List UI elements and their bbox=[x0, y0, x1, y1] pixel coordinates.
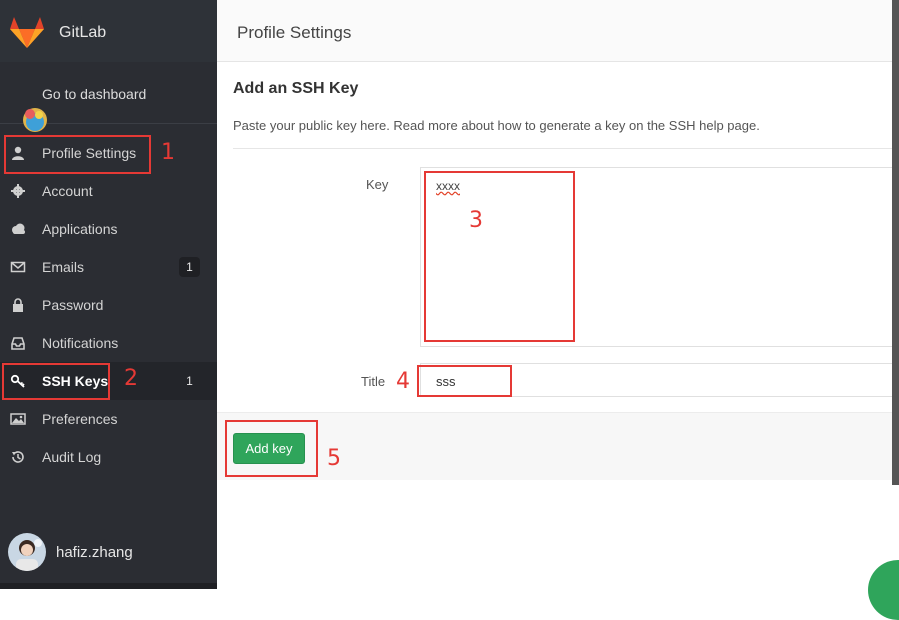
title-label: Title bbox=[361, 374, 386, 389]
sidebar-item-label: Notifications bbox=[42, 335, 119, 351]
annotation-number-5: 5 bbox=[327, 446, 341, 471]
envelope-icon bbox=[10, 261, 26, 273]
sidebar-item-label: Emails bbox=[42, 259, 85, 275]
gear-icon bbox=[11, 184, 25, 198]
sidebar-item-label: Applications bbox=[42, 221, 118, 237]
annotation-number-2: 2 bbox=[124, 366, 138, 391]
annotation-number-4: 4 bbox=[396, 369, 410, 394]
sidebar-bottom-bar bbox=[0, 583, 217, 589]
page-header: Profile Settings bbox=[217, 0, 899, 62]
annotation-box-2 bbox=[2, 363, 110, 400]
divider bbox=[233, 148, 899, 149]
annotation-box-5 bbox=[225, 420, 318, 477]
help-text: Paste your public key here. Read more ab… bbox=[233, 118, 760, 133]
sidebar-item-label: Account bbox=[42, 183, 93, 199]
sidebar-item-password[interactable]: Password bbox=[0, 286, 217, 324]
annotation-box-4 bbox=[417, 365, 512, 397]
sidebar-item-audit-log[interactable]: Audit Log bbox=[0, 438, 217, 476]
brand-name: GitLab bbox=[59, 24, 107, 41]
dashboard-link[interactable]: Go to dashboard bbox=[0, 62, 217, 132]
page-title: Profile Settings bbox=[237, 23, 352, 42]
sidebar-item-applications[interactable]: Applications bbox=[0, 210, 217, 248]
sidebar-item-label: Password bbox=[42, 297, 104, 313]
lock-icon bbox=[13, 298, 23, 312]
annotation-number-1: 1 bbox=[161, 140, 175, 165]
history-icon bbox=[12, 451, 24, 463]
dashboard-avatar-icon bbox=[23, 108, 47, 132]
key-label: Key bbox=[366, 177, 389, 192]
user-name: hafiz.zhang bbox=[56, 544, 133, 561]
brand-header[interactable]: GitLab bbox=[0, 0, 217, 62]
sidebar-item-label: Audit Log bbox=[42, 449, 102, 465]
annotation-box-3 bbox=[424, 171, 575, 342]
dashboard-label: Go to dashboard bbox=[42, 86, 147, 102]
image-icon bbox=[10, 413, 26, 425]
sidebar-item-preferences[interactable]: Preferences bbox=[0, 400, 217, 438]
sidebar-item-emails[interactable]: Emails 1 bbox=[0, 248, 217, 286]
inbox-icon bbox=[11, 337, 25, 350]
sidebar-item-account[interactable]: Account bbox=[0, 172, 217, 210]
gitlab-fox-icon bbox=[10, 17, 44, 48]
emails-count-badge: 1 bbox=[179, 257, 200, 277]
cloud-icon bbox=[12, 223, 25, 234]
sidebar-item-notifications[interactable]: Notifications bbox=[0, 324, 217, 362]
form-actions: Add key bbox=[217, 412, 899, 480]
annotation-number-3: 3 bbox=[469, 208, 483, 233]
user-profile[interactable]: hafiz.zhang bbox=[0, 530, 217, 578]
ssh-keys-count-badge: 1 bbox=[186, 374, 193, 388]
annotation-box-1 bbox=[4, 135, 151, 174]
section-title: Add an SSH Key bbox=[233, 80, 359, 97]
sidebar: GitLab Go to dashboard Profile Settings … bbox=[0, 0, 217, 589]
sidebar-item-label: Preferences bbox=[42, 411, 118, 427]
avatar bbox=[8, 533, 46, 571]
window-edge bbox=[892, 0, 899, 485]
